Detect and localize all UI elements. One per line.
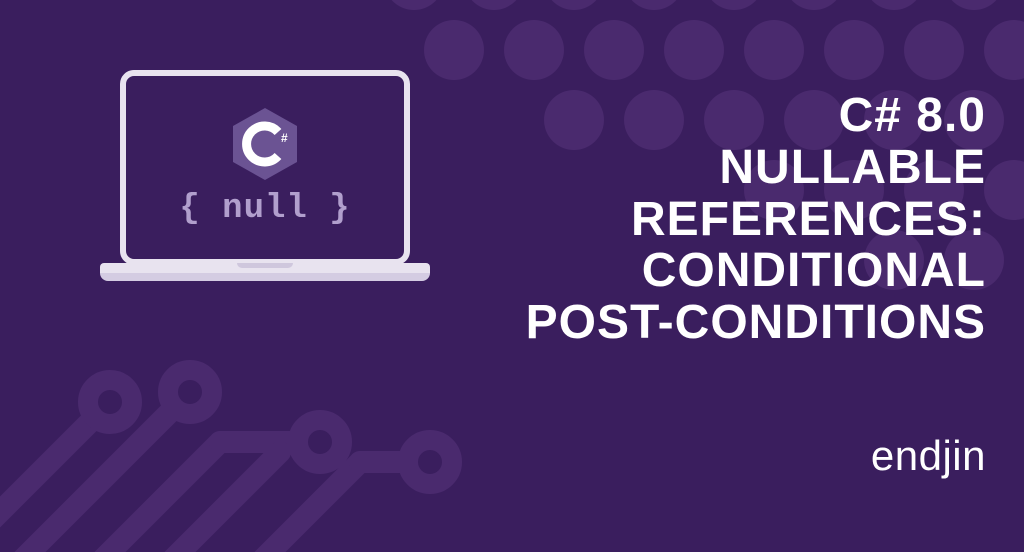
title-line-5: POST-CONDITIONS xyxy=(526,297,986,349)
laptop-illustration: # { null } xyxy=(95,70,435,310)
laptop-base xyxy=(100,263,430,273)
null-code-text: { null } xyxy=(179,190,350,228)
title-line-4: CONDITIONAL xyxy=(526,245,986,297)
svg-text:#: # xyxy=(281,131,288,145)
laptop-screen: # { null } xyxy=(120,70,410,265)
laptop-base-shadow xyxy=(100,273,430,281)
brand-logo: endjin xyxy=(871,432,986,480)
title-line-2: NULLABLE xyxy=(526,142,986,194)
title-line-3: REFERENCES: xyxy=(526,194,986,246)
title-line-1: C# 8.0 xyxy=(526,90,986,142)
title-block: C# 8.0 NULLABLE REFERENCES: CONDITIONAL … xyxy=(526,90,986,349)
csharp-icon: # xyxy=(233,108,297,180)
